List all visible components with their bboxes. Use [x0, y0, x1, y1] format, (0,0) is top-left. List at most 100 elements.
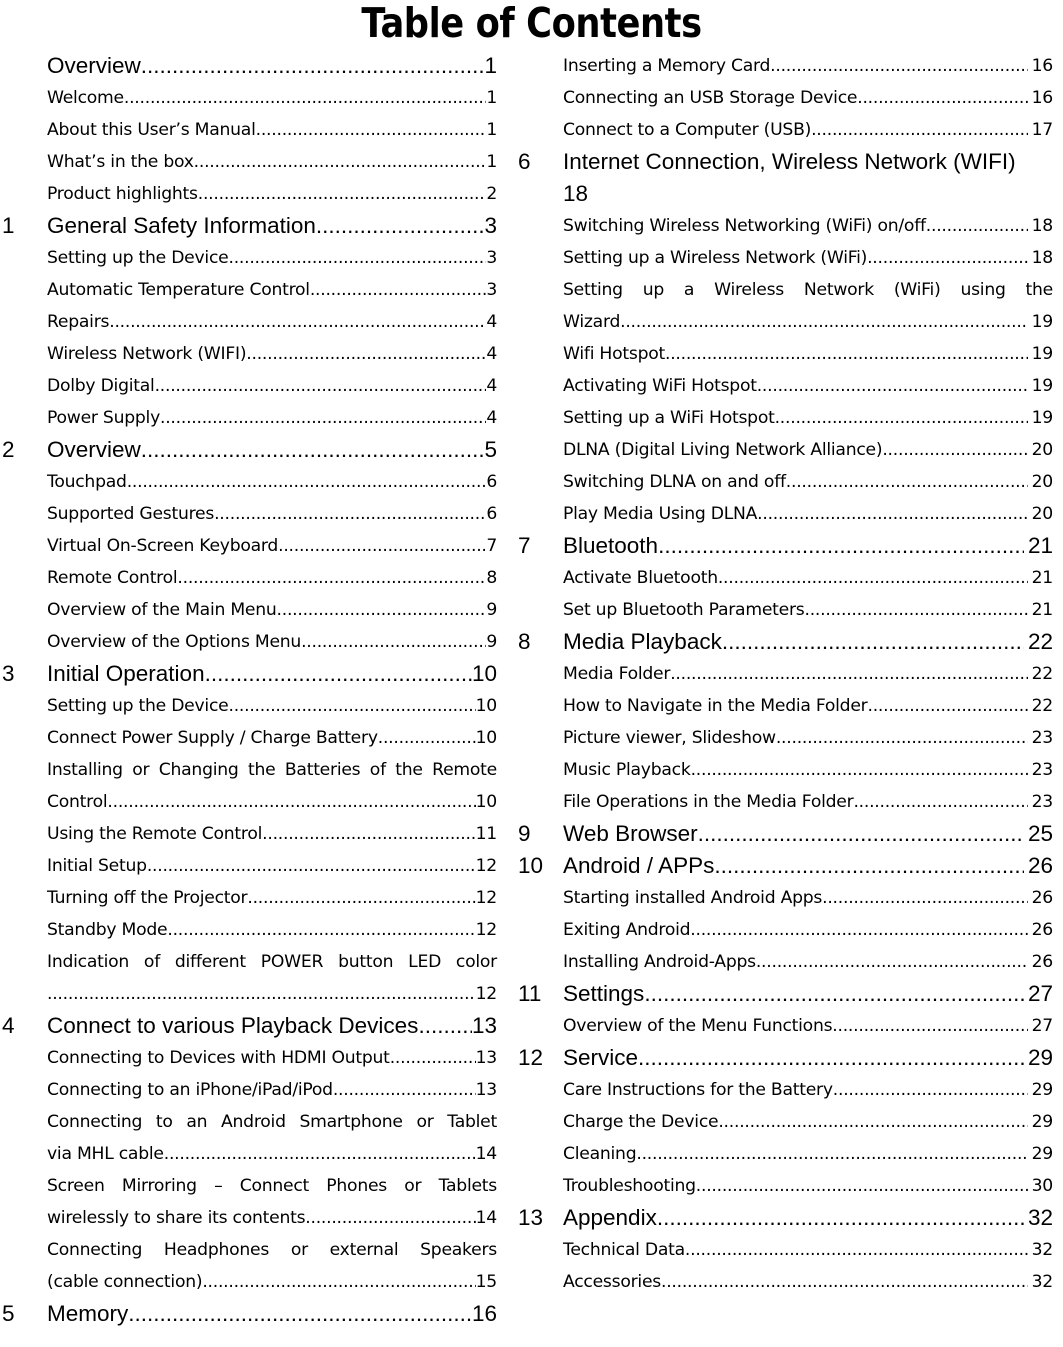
toc-entry-level2[interactable]: Music Playback..........................… [518, 754, 1053, 786]
toc-entry-level2[interactable]: Overview of the Menu Functions..........… [518, 1010, 1053, 1042]
toc-entry-page: 26 [1031, 952, 1054, 972]
toc-entry-level2[interactable]: File Operations in the Media Folder.....… [518, 786, 1053, 818]
toc-entry-body: Exiting Android.........................… [563, 914, 1053, 946]
toc-entry-level2[interactable]: Connect Power Supply / Charge Battery...… [2, 722, 497, 754]
toc-entry-page: 20 [1031, 504, 1054, 524]
dot-leader: ........................................… [246, 344, 487, 364]
toc-entry-level2[interactable]: Automatic Temperature Control...........… [2, 274, 497, 306]
toc-entry-page: 1 [486, 88, 497, 108]
toc-entry-label: Overview of the Main Menu [47, 600, 277, 620]
toc-entry-line: Wifi Hotspot............................… [563, 338, 1053, 370]
toc-entry-label: Installing or Changing the Batteries of … [47, 760, 497, 780]
toc-entry-level2[interactable]: Supported Gestures......................… [2, 498, 497, 530]
toc-entry-body: Repairs.................................… [47, 306, 497, 338]
toc-entry-level2[interactable]: Charge the Device.......................… [518, 1106, 1053, 1138]
toc-entry-body: How to Navigate in the Media Folder.....… [563, 690, 1053, 722]
toc-entry-level2[interactable]: How to Navigate in the Media Folder.....… [518, 690, 1053, 722]
toc-entry-level2[interactable]: Setting up a WiFi Hotspot...............… [518, 402, 1053, 434]
toc-entry-level2[interactable]: Product highlights......................… [2, 178, 497, 210]
toc-entry-line: Accessories.............................… [563, 1266, 1053, 1298]
toc-entry-level2[interactable]: Installing Android-Apps.................… [518, 946, 1053, 978]
toc-entry-level2[interactable]: Overview of the Main Menu...............… [2, 594, 497, 626]
toc-entry-level2[interactable]: Setting up the Device...................… [2, 242, 497, 274]
toc-entry-level2[interactable]: Connecting to an iPhone/iPad/iPod.......… [2, 1074, 497, 1106]
toc-entry-level2[interactable]: Installing or Changing the Batteries of … [2, 754, 497, 818]
toc-entry-level1[interactable]: 3 Initial Operation......................… [2, 658, 497, 690]
toc-entry-level2[interactable]: DLNA (Digital Living Network Alliance)..… [518, 434, 1053, 466]
toc-entry-level2[interactable]: Set up Bluetooth Parameters.............… [518, 594, 1053, 626]
toc-entry-level1[interactable]: 11 Settings..............................… [518, 978, 1053, 1010]
toc-entry-level2[interactable]: Repairs.................................… [2, 306, 497, 338]
toc-entry-level1[interactable]: 12 Service...............................… [518, 1042, 1053, 1074]
toc-entry-level2[interactable]: Power Supply............................… [2, 402, 497, 434]
toc-entry-body: Setting up a WiFi Hotspot...............… [563, 402, 1053, 434]
toc-entry-body: Troubleshooting.........................… [563, 1170, 1053, 1202]
toc-entry-level2[interactable]: Connecting Headphones or external Speake… [2, 1234, 497, 1298]
toc-entry-level1[interactable]: 6 Internet Connection, Wireless Network (… [518, 146, 1053, 210]
toc-entry-level2[interactable]: Remote Control..........................… [2, 562, 497, 594]
toc-entry-level2[interactable]: Inserting a Memory Card.................… [518, 50, 1053, 82]
dot-leader: ........................................… [128, 1301, 472, 1326]
toc-entry-level2[interactable]: What’s in the box.......................… [2, 146, 497, 178]
toc-entry-level2[interactable]: Setting up the Device...................… [2, 690, 497, 722]
toc-entry-level1[interactable]: 5 Memory.................................… [2, 1298, 497, 1330]
toc-entry-level2[interactable]: Troubleshooting.........................… [518, 1170, 1053, 1202]
toc-entry-level2[interactable]: Technical Data..........................… [518, 1234, 1053, 1266]
toc-entry-level2[interactable]: Connecting to an Android Smartphone or T… [2, 1106, 497, 1170]
toc-entry-level2[interactable]: Accessories.............................… [518, 1266, 1053, 1298]
toc-entry-body: Activate Bluetooth......................… [563, 562, 1053, 594]
toc-entry-label: Wifi Hotspot [563, 344, 665, 364]
toc-entry-page: 15 [475, 1272, 498, 1292]
toc-entry-level2[interactable]: Play Media Using DLNA...................… [518, 498, 1053, 530]
toc-entry-level2[interactable]: Activating WiFi Hotspot.................… [518, 370, 1053, 402]
toc-entry-level2[interactable]: Using the Remote Control................… [2, 818, 497, 850]
toc-entry-line: Picture viewer, Slideshow...............… [563, 722, 1053, 754]
toc-entry-level2[interactable]: Wireless Network (WIFI).................… [2, 338, 497, 370]
toc-entry-body: Connect Power Supply / Charge Battery...… [47, 722, 497, 754]
toc-entry-line: Dolby Digital...........................… [47, 370, 497, 402]
toc-entry-level2[interactable]: Welcome.................................… [2, 82, 497, 114]
toc-entry-number: 10 [518, 853, 544, 878]
toc-entry-body: Overview of the Menu Functions..........… [563, 1010, 1053, 1042]
toc-entry-level2[interactable]: Switching Wireless Networking (WiFi) on/… [518, 210, 1053, 242]
toc-entry-level2[interactable]: Exiting Android.........................… [518, 914, 1053, 946]
toc-entry-level2[interactable]: Care Instructions for the Battery.......… [518, 1074, 1053, 1106]
toc-entry-level2[interactable]: Setting up a Wireless Network (WiFi)....… [518, 242, 1053, 274]
toc-entry-level2[interactable]: Turning off the Projector...............… [2, 882, 497, 914]
toc-entry-level2[interactable]: Virtual On-Screen Keyboard..............… [2, 530, 497, 562]
toc-entry-level2[interactable]: Initial Setup...........................… [2, 850, 497, 882]
toc-entry-level1[interactable]: 1 General Safety Information.............… [2, 210, 497, 242]
toc-entry-page: 4 [486, 312, 497, 332]
toc-entry-level1[interactable]: 8 Media Playback.........................… [518, 626, 1053, 658]
toc-entry-level2[interactable]: Connecting to Devices with HDMI Output..… [2, 1042, 497, 1074]
toc-entry-level2[interactable]: Cleaning................................… [518, 1138, 1053, 1170]
toc-entry-level2[interactable]: Activate Bluetooth......................… [518, 562, 1053, 594]
toc-entry-level2[interactable]: Screen Mirroring – Connect Phones or Tab… [2, 1170, 497, 1234]
toc-entry-level1[interactable]: 4 Connect to various Playback Devices....… [2, 1010, 497, 1042]
toc-entry-level2[interactable]: Setting up a Wireless Network (WiFi) usi… [518, 274, 1053, 338]
toc-entry-level1[interactable]: 7 Bluetooth..............................… [518, 530, 1053, 562]
toc-entry-line: File Operations in the Media Folder.....… [563, 786, 1053, 818]
toc-entry-level1[interactable]: 2 Overview...............................… [2, 434, 497, 466]
toc-entry-level2[interactable]: Indication of different POWER button LED… [2, 946, 497, 1010]
toc-entry-level1[interactable]: Overview................................… [2, 50, 497, 82]
toc-entry-level2[interactable]: Touchpad................................… [2, 466, 497, 498]
toc-entry-level2[interactable]: Wifi Hotspot............................… [518, 338, 1053, 370]
toc-entry-level2[interactable]: Connect to a Computer (USB).............… [518, 114, 1053, 146]
toc-entry-level2[interactable]: Dolby Digital...........................… [2, 370, 497, 402]
toc-entry-level2[interactable]: About this User’s Manual................… [2, 114, 497, 146]
toc-entry-label: General Safety Information [47, 213, 316, 238]
toc-entry-level2[interactable]: Standby Mode............................… [2, 914, 497, 946]
toc-entry-level2[interactable]: Switching DLNA on and off...............… [518, 466, 1053, 498]
toc-entry-level2[interactable]: Starting installed Android Apps.........… [518, 882, 1053, 914]
toc-entry-level2[interactable]: Media Folder............................… [518, 658, 1053, 690]
toc-entry-level2[interactable]: Picture viewer, Slideshow...............… [518, 722, 1053, 754]
toc-entry-page: 27 [1031, 1016, 1054, 1036]
toc-entry-level1[interactable]: 10 Android / APPs........................… [518, 850, 1053, 882]
toc-entry-level2[interactable]: Connecting an USB Storage Device........… [518, 82, 1053, 114]
toc-entry-level1[interactable]: 13 Appendix..............................… [518, 1202, 1053, 1234]
dot-leader: ........................................… [757, 504, 1027, 524]
toc-entry-level1[interactable]: 9 Web Browser............................… [518, 818, 1053, 850]
toc-entry-label: Turning off the Projector [47, 888, 248, 908]
toc-entry-level2[interactable]: Overview of the Options Menu............… [2, 626, 497, 658]
